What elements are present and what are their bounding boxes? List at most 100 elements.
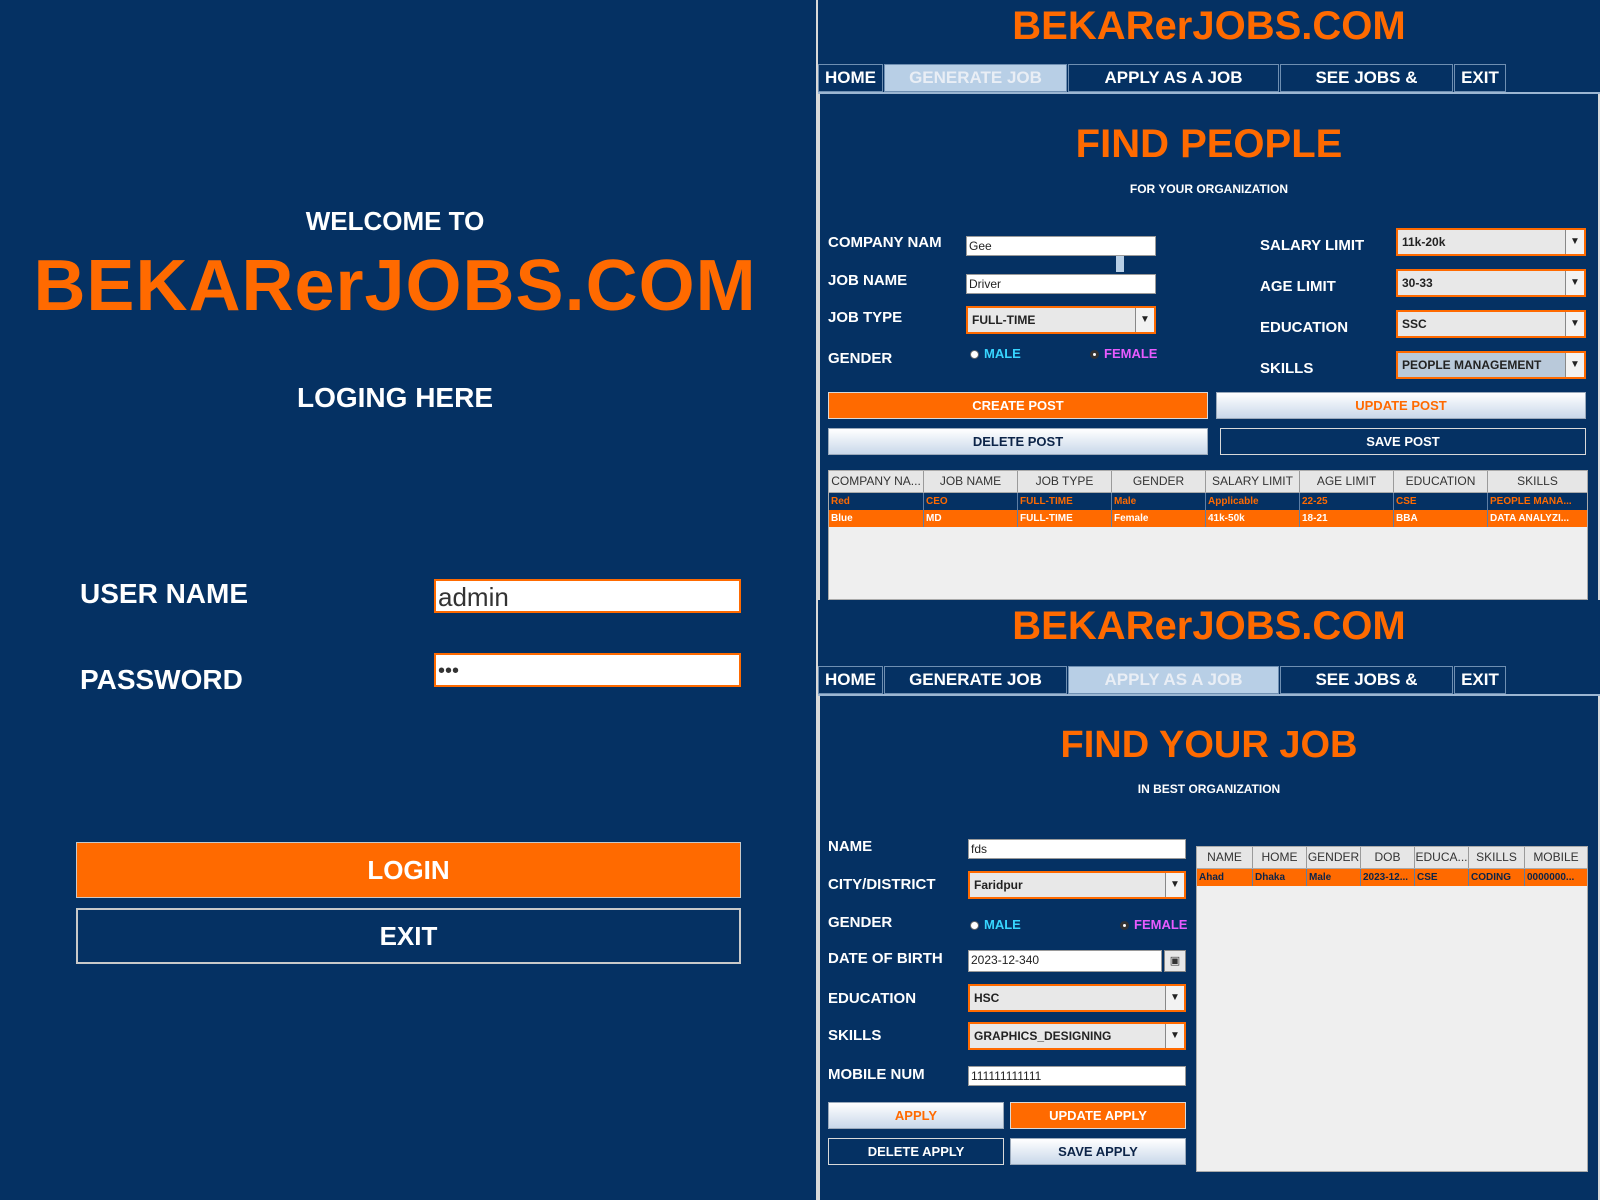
job-apply-window: BEKARerJOBS.COM HOME GENERATE JOB POST A…	[818, 600, 1600, 1200]
update-post-button[interactable]: UPDATE POST	[1216, 392, 1586, 419]
skills-value: PEOPLE MANAGEMENT	[1402, 358, 1542, 372]
column-header[interactable]: JOB NAME	[924, 471, 1018, 492]
skills-select[interactable]: GRAPHICS_DESIGNING ▼	[968, 1022, 1186, 1050]
page-title: FIND YOUR JOB	[1060, 724, 1358, 766]
table-cell: CEO	[924, 493, 1018, 510]
column-header[interactable]: SALARY LIMIT	[1206, 471, 1300, 492]
job-name-input[interactable]: Driver	[966, 274, 1156, 294]
column-header[interactable]: SKILLS	[1469, 847, 1525, 868]
column-header[interactable]: SKILLS	[1488, 471, 1587, 492]
update-apply-button[interactable]: UPDATE APPLY	[1010, 1102, 1186, 1129]
tab-see-jobs-seekers[interactable]: SEE JOBS & SEEKERS	[1280, 64, 1453, 113]
tab-apply-job-seeker[interactable]: APPLY AS A JOB SEEKER	[1068, 64, 1279, 113]
skills-value: GRAPHICS_DESIGNING	[974, 1029, 1112, 1043]
chevron-down-icon: ▼	[1165, 986, 1184, 1010]
education-select[interactable]: HSC ▼	[968, 984, 1186, 1012]
table-row-selected[interactable]: Ahad Dhaka Male 2023-12... CSE CODING 00…	[1197, 869, 1587, 886]
password-input[interactable]: •••	[434, 653, 741, 687]
column-header[interactable]: EDUCA...	[1415, 847, 1469, 868]
chevron-down-icon: ▼	[1565, 230, 1584, 254]
save-post-button[interactable]: SAVE POST	[1220, 428, 1586, 455]
education-select[interactable]: SSC ▼	[1396, 310, 1586, 338]
tab-bar: HOME GENERATE JOB POST APPLY AS A JOB SE…	[818, 64, 1600, 113]
table-cell: 18-21	[1300, 510, 1394, 527]
radio-unselected-icon	[970, 350, 979, 360]
job-posts-table[interactable]: COMPANY NA... JOB NAME JOB TYPE GENDER S…	[828, 470, 1588, 600]
brand-header: BEKARerJOBS.COM	[1012, 604, 1406, 648]
apply-button[interactable]: APPLY	[828, 1102, 1004, 1129]
skills-select[interactable]: PEOPLE MANAGEMENT ▼	[1396, 351, 1586, 379]
column-header[interactable]: GENDER	[1112, 471, 1206, 492]
column-header[interactable]: AGE LIMIT	[1300, 471, 1394, 492]
radio-selected-icon	[1120, 921, 1129, 931]
delete-post-button[interactable]: DELETE POST	[828, 428, 1208, 455]
city-value: Faridpur	[974, 878, 1023, 892]
name-input[interactable]: fds	[968, 839, 1186, 859]
applicants-table[interactable]: NAME HOME GENDER DOB EDUCA... SKILLS MOB…	[1196, 846, 1588, 1172]
delete-apply-button[interactable]: DELETE APPLY	[828, 1138, 1004, 1165]
save-apply-button[interactable]: SAVE APPLY	[1010, 1138, 1186, 1165]
calendar-icon[interactable]: ▣	[1164, 950, 1186, 972]
column-header[interactable]: JOB TYPE	[1018, 471, 1112, 492]
gender-female-radio[interactable]: FEMALE	[1090, 346, 1157, 361]
tab-exit[interactable]: EXIT	[1454, 666, 1506, 694]
page-title: FIND PEOPLE	[1075, 122, 1343, 166]
column-header[interactable]: DOB	[1361, 847, 1415, 868]
gender-male-radio[interactable]: MALE	[970, 346, 1021, 361]
radio-selected-icon	[1090, 350, 1099, 360]
dob-label: DATE OF BIRTH	[828, 950, 943, 967]
mobile-input[interactable]: 111111111111	[968, 1066, 1186, 1086]
chevron-down-icon: ▼	[1165, 1024, 1184, 1048]
tab-generate-job-post[interactable]: GENERATE JOB POST	[884, 666, 1067, 715]
login-button[interactable]: LOGIN	[76, 842, 741, 898]
job-type-label: JOB TYPE	[828, 309, 903, 326]
gender-female-radio[interactable]: FEMALE	[1120, 917, 1187, 932]
column-header[interactable]: COMPANY NA...	[829, 471, 924, 492]
tab-home[interactable]: HOME	[818, 64, 883, 92]
tab-bar: HOME GENERATE JOB POST APPLY AS A JOB SE…	[818, 666, 1600, 715]
gender-label: GENDER	[828, 914, 893, 931]
table-cell: CSE	[1394, 493, 1488, 510]
column-header[interactable]: HOME	[1253, 847, 1307, 868]
tab-home[interactable]: HOME	[818, 666, 883, 694]
tab-see-jobs-seekers[interactable]: SEE JOBS & SEEKERS	[1280, 666, 1453, 715]
tab-apply-job-seeker[interactable]: APPLY AS A JOB SEEKER	[1068, 666, 1279, 715]
brand-header: BEKARerJOBS.COM	[1012, 4, 1406, 48]
table-cell: 0000000...	[1527, 872, 1575, 883]
username-label: USER NAME	[80, 578, 249, 609]
column-header[interactable]: NAME	[1197, 847, 1253, 868]
page-subtitle: FOR YOUR ORGANIZATION	[1129, 182, 1289, 196]
skills-label: SKILLS	[1260, 360, 1314, 377]
salary-limit-select[interactable]: 11k-20k ▼	[1396, 228, 1586, 256]
column-header[interactable]: MOBILE	[1525, 847, 1587, 868]
exit-button[interactable]: EXIT	[76, 908, 741, 964]
company-name-input[interactable]: Gee	[966, 236, 1156, 256]
city-select[interactable]: Faridpur ▼	[968, 871, 1186, 899]
column-header[interactable]: GENDER	[1307, 847, 1361, 868]
age-limit-label: AGE LIMIT	[1260, 278, 1336, 295]
table-cell: Male	[1112, 493, 1206, 510]
table-cell: DATA ANALYZI...	[1490, 513, 1570, 524]
table-cell: MD	[924, 510, 1018, 527]
create-post-button[interactable]: CREATE POST	[828, 392, 1208, 419]
column-header[interactable]: EDUCATION	[1394, 471, 1488, 492]
chevron-down-icon: ▼	[1135, 308, 1154, 332]
table-row-selected[interactable]: Blue MD FULL-TIME Female 41k-50k 18-21 B…	[829, 510, 1587, 527]
job-post-window: BEKARerJOBS.COM HOME GENERATE JOB POST A…	[818, 0, 1600, 600]
age-limit-value: 30-33	[1402, 276, 1433, 290]
table-cell: 2023-12...	[1361, 869, 1415, 886]
gender-male-radio[interactable]: MALE	[970, 917, 1021, 932]
job-type-select[interactable]: FULL-TIME ▼	[966, 306, 1156, 334]
skills-label: SKILLS	[828, 1027, 882, 1044]
chevron-down-icon: ▼	[1565, 271, 1584, 295]
dob-input[interactable]: 2023-12-340	[968, 950, 1162, 972]
username-input[interactable]: admin	[434, 579, 741, 613]
table-row[interactable]: Red CEO FULL-TIME Male Applicable 22-25 …	[829, 493, 1587, 510]
resize-handle[interactable]	[1116, 256, 1124, 272]
table-cell: CSE	[1415, 869, 1469, 886]
welcome-text: WELCOME TO	[305, 206, 485, 236]
age-limit-select[interactable]: 30-33 ▼	[1396, 269, 1586, 297]
tab-exit[interactable]: EXIT	[1454, 64, 1506, 92]
job-post-form: FIND PEOPLE FOR YOUR ORGANIZATION COMPAN…	[818, 94, 1600, 600]
tab-generate-job-post[interactable]: GENERATE JOB POST	[884, 64, 1067, 113]
